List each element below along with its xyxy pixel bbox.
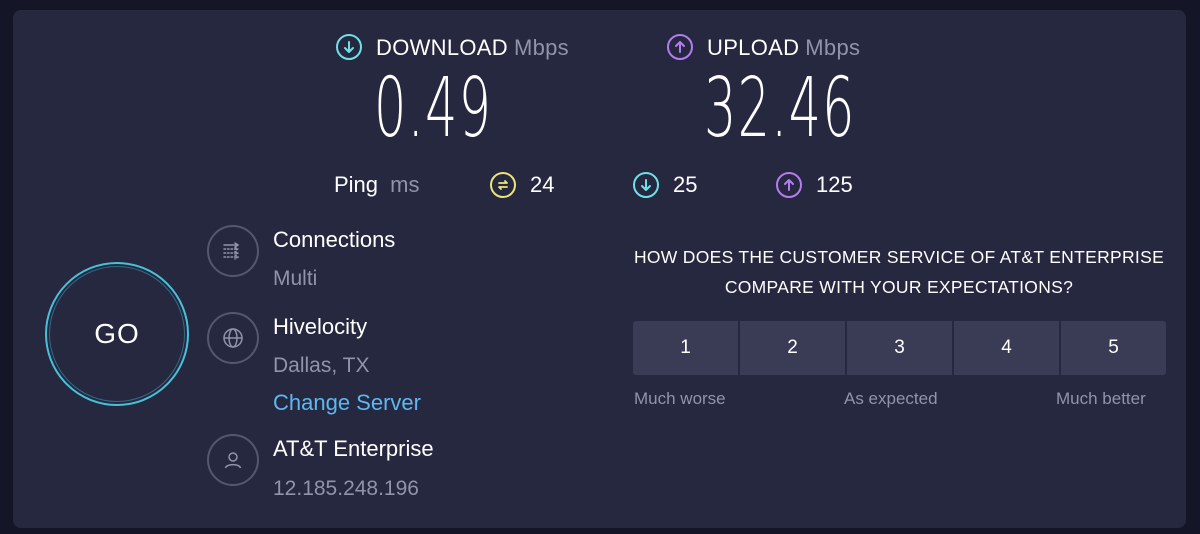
download-unit: Mbps	[513, 35, 569, 60]
ping-idle-icon	[490, 172, 516, 198]
arrow-down-circle-icon	[633, 172, 659, 198]
download-value: 0.49	[374, 61, 493, 156]
globe-icon	[207, 312, 259, 364]
go-button[interactable]: GO	[45, 262, 189, 406]
rating-scale: 1 2 3 4 5	[633, 321, 1166, 375]
go-label: GO	[94, 318, 140, 349]
upload-heading: UPLOAD Mbps	[707, 35, 860, 61]
provider-ip: 12.185.248.196	[273, 477, 419, 500]
ping-upload-value: 125	[816, 172, 853, 197]
upload-label: UPLOAD	[707, 35, 800, 60]
arrow-up-circle-icon	[776, 172, 802, 198]
upload-unit: Mbps	[805, 35, 861, 60]
ping-download-value: 25	[673, 172, 698, 197]
scale-high-label: Much better	[1056, 389, 1146, 408]
ping-label: Ping	[334, 172, 379, 197]
scale-mid-label: As expected	[844, 389, 938, 408]
ping-idle-value: 24	[530, 172, 555, 197]
rating-option-4[interactable]: 4	[954, 321, 1061, 375]
user-icon	[207, 434, 259, 486]
go-button-inner[interactable]: GO	[49, 266, 185, 402]
rating-option-1[interactable]: 1	[633, 321, 740, 375]
change-server-link[interactable]: Change Server	[273, 390, 421, 416]
download-heading: DOWNLOAD Mbps	[376, 35, 569, 61]
server-location: Dallas, TX	[273, 354, 370, 377]
rating-option-2[interactable]: 2	[740, 321, 847, 375]
upload-value: 32.46	[704, 61, 856, 156]
ping-heading: Ping ms	[334, 172, 420, 198]
rating-option-5[interactable]: 5	[1061, 321, 1166, 375]
arrow-down-circle-icon	[336, 34, 362, 60]
connections-title: Connections	[273, 227, 396, 252]
scale-low-label: Much worse	[634, 389, 726, 408]
arrow-up-circle-icon	[667, 34, 693, 60]
server-title: Hivelocity	[273, 314, 368, 339]
provider-title: AT&T Enterprise	[273, 436, 434, 461]
rating-option-3[interactable]: 3	[847, 321, 954, 375]
connections-value: Multi	[273, 267, 318, 290]
download-label: DOWNLOAD	[376, 35, 508, 60]
ping-unit: ms	[390, 172, 420, 197]
survey-question: HOW DOES THE CUSTOMER SERVICE OF AT&T EN…	[633, 247, 1165, 297]
connections-icon	[207, 225, 259, 277]
